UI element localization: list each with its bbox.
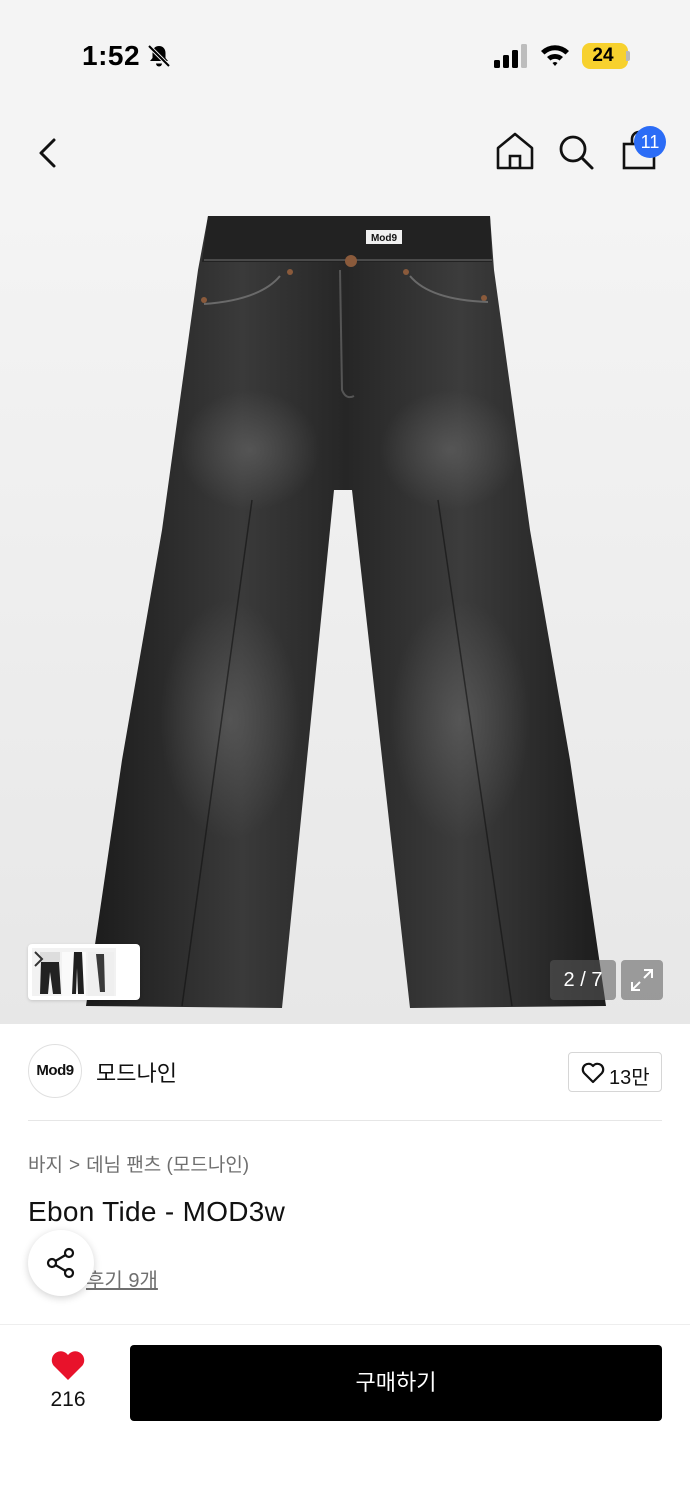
page-indicator: 2 / 7 bbox=[550, 960, 616, 1000]
divider bbox=[28, 1120, 662, 1121]
wishlist-button[interactable]: 216 bbox=[30, 1346, 106, 1420]
wishlist-count: 216 bbox=[50, 1388, 86, 1411]
brand-name[interactable]: 모드나인 bbox=[96, 1056, 177, 1088]
expand-icon bbox=[631, 969, 653, 991]
cart-badge: 11 bbox=[634, 126, 666, 158]
svg-text:Mod9: Mod9 bbox=[371, 233, 398, 244]
status-bar: 1:52 24 bbox=[0, 0, 690, 110]
brand-logo[interactable]: Mod9 bbox=[28, 1044, 82, 1098]
share-icon bbox=[46, 1247, 75, 1279]
product-gallery[interactable]: Mod9 2 / 7 bbox=[0, 200, 690, 1024]
product-image: Mod9 bbox=[86, 216, 606, 1008]
status-time: 1:52 bbox=[82, 40, 141, 71]
battery-tip bbox=[626, 51, 630, 61]
chevron-right-icon bbox=[34, 951, 44, 967]
brand-like-count: 13만 bbox=[609, 1067, 650, 1089]
battery-icon: 24 bbox=[582, 43, 628, 69]
wifi-icon bbox=[541, 45, 569, 66]
expand-button[interactable] bbox=[621, 960, 663, 1000]
battery-level: 24 bbox=[592, 45, 614, 66]
heart-outline-icon bbox=[581, 1062, 605, 1084]
breadcrumb: 바지 > 데님 팬츠 (모드나인) bbox=[28, 1150, 249, 1177]
heart-filled-icon bbox=[51, 1351, 85, 1380]
review-link[interactable]: 후기 9개 bbox=[86, 1264, 158, 1293]
breadcrumb-item[interactable]: 데님 팬츠 (모드나인) bbox=[86, 1155, 249, 1176]
bell-slash-icon bbox=[147, 44, 171, 68]
home-icon[interactable] bbox=[494, 130, 536, 172]
thumbnail-strip[interactable] bbox=[28, 944, 140, 1000]
breadcrumb-item[interactable]: 바지 bbox=[28, 1155, 63, 1176]
top-nav bbox=[0, 110, 690, 200]
product-title: Ebon Tide - MOD3w bbox=[28, 1196, 286, 1227]
signal-icon bbox=[494, 44, 527, 68]
breadcrumb-separator: > bbox=[68, 1155, 81, 1176]
brand-like-button[interactable]: 13만 bbox=[568, 1052, 662, 1092]
buy-button[interactable]: 구매하기 bbox=[130, 1345, 662, 1421]
share-button[interactable] bbox=[28, 1230, 94, 1296]
back-icon[interactable] bbox=[32, 134, 66, 172]
search-icon[interactable] bbox=[556, 132, 596, 172]
